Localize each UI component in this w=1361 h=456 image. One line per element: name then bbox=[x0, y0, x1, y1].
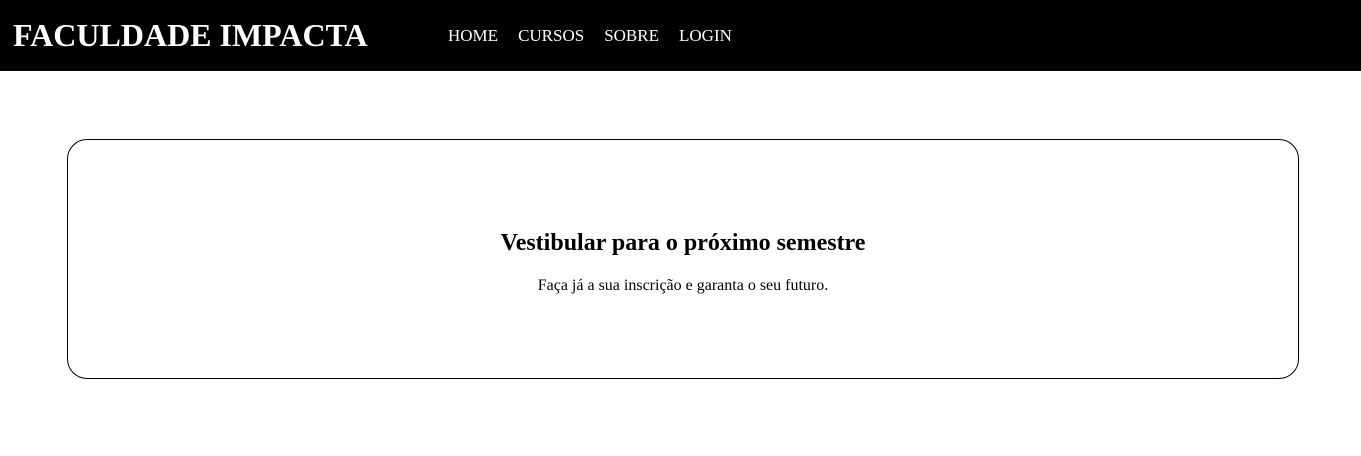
vestibular-banner-card: Vestibular para o próximo semestre Faça … bbox=[67, 139, 1299, 379]
nav-link-home[interactable]: HOME bbox=[448, 24, 498, 48]
top-navigation-bar: FACULDADE IMPACTA HOME CURSOS SOBRE LOGI… bbox=[0, 0, 1361, 71]
nav-link-sobre[interactable]: SOBRE bbox=[604, 24, 659, 48]
banner-title: Vestibular para o próximo semestre bbox=[500, 230, 866, 256]
site-logo-text[interactable]: FACULDADE IMPACTA bbox=[13, 15, 368, 55]
nav-link-login[interactable]: LOGIN bbox=[679, 24, 732, 48]
nav-link-cursos[interactable]: CURSOS bbox=[518, 24, 584, 48]
banner-subtitle: Faça já a sua inscrição e garanta o seu … bbox=[537, 277, 829, 294]
